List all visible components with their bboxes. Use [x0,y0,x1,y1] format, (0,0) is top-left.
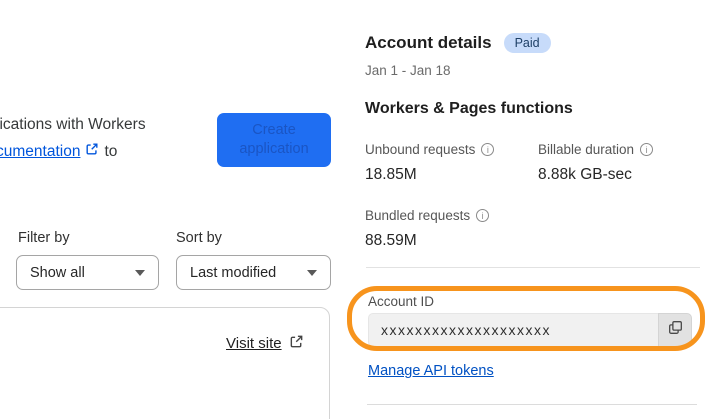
intro-text-line2: cumentation to [0,142,117,161]
project-card: Visit site [0,307,330,419]
sort-dropdown[interactable]: Last modified [176,255,331,290]
documentation-link[interactable]: cumentation [0,143,80,161]
intro-text-line1: lications with Workers [0,116,146,133]
functions-section-title: Workers & Pages functions [365,100,573,117]
chevron-down-icon [135,269,145,276]
account-details-title: Account details [365,33,492,52]
sort-by-label: Sort by [176,230,222,246]
stat-billable-duration: Billable duration i 8.88k GB-sec [538,142,654,184]
plan-badge: Paid [503,33,551,53]
account-id-group [368,313,692,347]
stat-value: 88.59M [365,232,417,249]
account-id-label: Account ID [368,294,435,309]
divider [366,267,700,268]
filter-dropdown[interactable]: Show all [16,255,159,290]
external-link-icon [289,334,304,353]
filter-by-label: Filter by [18,230,70,246]
external-link-icon [85,142,99,161]
filter-dropdown-value: Show all [30,264,85,281]
date-range: Jan 1 - Jan 18 [365,63,451,78]
stat-bundled-requests: Bundled requests i 88.59M [365,208,490,250]
workers-pages-dashboard: lications with Workers cumentation to Cr… [0,0,718,419]
copy-icon [668,320,683,340]
visit-site-label: Visit site [226,335,282,352]
divider [367,404,697,405]
account-id-input[interactable] [368,313,658,347]
stat-label: Unbound requests [365,142,476,157]
stat-label: Bundled requests [365,208,471,223]
create-application-button[interactable]: Create application [217,113,331,167]
info-icon[interactable]: i [640,143,654,156]
info-icon[interactable]: i [481,143,495,156]
copy-account-id-button[interactable] [658,313,692,347]
stat-unbound-requests: Unbound requests i 18.85M [365,142,495,184]
intro-text-after-link: to [104,142,118,160]
manage-api-tokens-link[interactable]: Manage API tokens [368,363,494,379]
sort-dropdown-value: Last modified [190,264,277,281]
stat-label: Billable duration [538,142,635,157]
account-details-header: Account details Paid [365,33,551,53]
stat-value: 18.85M [365,166,417,183]
visit-site-link[interactable]: Visit site [226,334,304,353]
chevron-down-icon [307,269,317,276]
info-icon[interactable]: i [476,209,490,222]
stat-value: 8.88k GB-sec [538,166,632,183]
